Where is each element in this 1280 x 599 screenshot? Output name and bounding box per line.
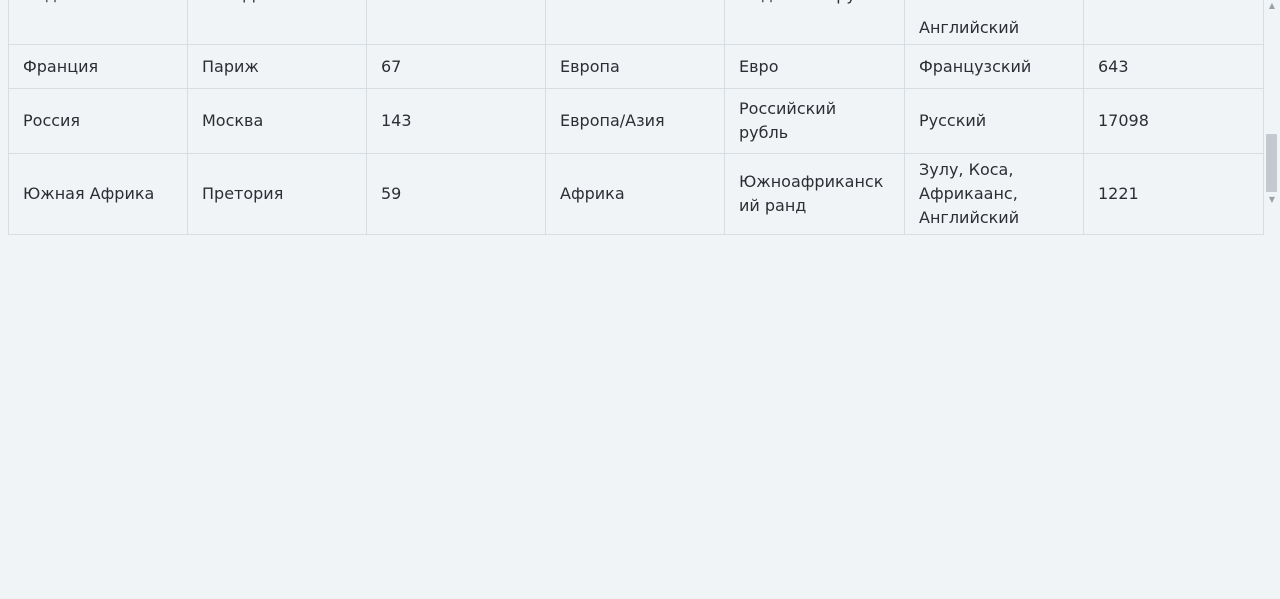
cell-continent: Европа [545, 44, 725, 89]
table-row: Индия Нью-Дели 1400 Азия Индийская рупия… [8, 0, 1264, 45]
cell-continent: Европа/Азия [545, 88, 725, 154]
cell-currency: Евро [724, 44, 905, 89]
cell-capital: Нью-Дели [187, 0, 367, 45]
cell-population: 59 [366, 153, 546, 235]
cell-population: 1400 [366, 0, 546, 45]
page-viewport: Индия Нью-Дели 1400 Азия Индийская рупия… [0, 0, 1280, 599]
cell-capital: Претория [187, 153, 367, 235]
cell-area: 643 [1083, 44, 1264, 89]
scroll-down-arrow-icon[interactable]: ▼ [1267, 196, 1277, 204]
scrollbar-thumb[interactable] [1266, 134, 1277, 192]
scroll-up-arrow-icon[interactable]: ▲ [1267, 2, 1277, 10]
cell-language: Французский [904, 44, 1084, 89]
cell-country: Франция [8, 44, 188, 89]
cell-country: Индия [8, 0, 188, 45]
cell-continent: Африка [545, 153, 725, 235]
cell-area: 17098 [1083, 88, 1264, 154]
cell-capital: Москва [187, 88, 367, 154]
cell-language: Зулу, Коса, Африкаанс, Английский [904, 153, 1084, 235]
cell-currency: Индийская рупия [724, 0, 905, 45]
cell-population: 67 [366, 44, 546, 89]
cell-population: 143 [366, 88, 546, 154]
cell-country: Южная Африка [8, 153, 188, 235]
table-row: Южная Африка Претория 59 Африка Южноафри… [8, 153, 1264, 235]
cell-country: Россия [8, 88, 188, 154]
countries-table: Индия Нью-Дели 1400 Азия Индийская рупия… [8, 0, 1264, 235]
table-row: Россия Москва 143 Европа/Азия Российский… [8, 88, 1264, 154]
cell-capital: Париж [187, 44, 367, 89]
countries-table-container: Индия Нью-Дели 1400 Азия Индийская рупия… [8, 0, 1264, 235]
cell-area: 3287 [1083, 0, 1264, 45]
cell-currency: Южноафриканский ранд [724, 153, 905, 235]
cell-language: Русский [904, 88, 1084, 154]
cell-continent: Азия [545, 0, 725, 45]
cell-currency: Российский рубль [724, 88, 905, 154]
table-row: Франция Париж 67 Европа Евро Французский… [8, 44, 1264, 89]
vertical-scrollbar[interactable]: ▲ ▼ [1264, 0, 1280, 210]
cell-language: Английский [904, 0, 1084, 45]
cell-area: 1221 [1083, 153, 1264, 235]
